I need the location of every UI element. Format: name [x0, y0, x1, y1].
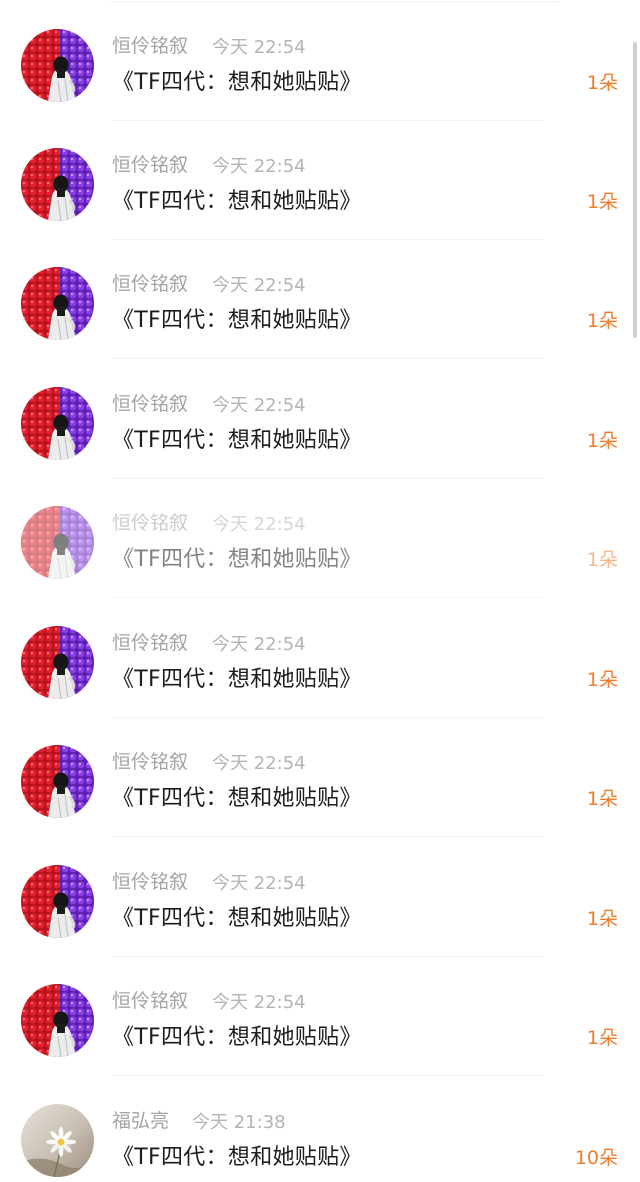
avatar[interactable]	[21, 506, 94, 579]
book-title: 《TF四代：想和她贴贴》	[112, 308, 362, 333]
user-name[interactable]: 恒伶铭叙	[112, 628, 188, 655]
list-item[interactable]: 恒伶铭叙 今天 22:54 《TF四代：想和她贴贴》 1朵	[0, 240, 640, 359]
book-title: 《TF四代：想和她贴贴》	[112, 70, 362, 95]
gift-record-list: 恒伶铭叙 今天 22:54 《TF四代：想和她贴贴》 1朵 恒伶铭叙 今天 22…	[0, 0, 640, 1182]
timestamp: 今天 22:54	[212, 156, 306, 177]
timestamp: 今天 22:54	[212, 753, 306, 774]
user-name[interactable]: 福弘亮	[112, 1106, 169, 1133]
user-name[interactable]: 恒伶铭叙	[112, 867, 188, 894]
timestamp: 今天 22:54	[212, 37, 306, 58]
timestamp: 今天 22:54	[212, 992, 306, 1013]
book-title: 《TF四代：想和她贴贴》	[112, 667, 362, 692]
avatar[interactable]	[21, 267, 94, 340]
divider	[112, 597, 544, 598]
list-item[interactable]: 恒伶铭叙 今天 22:54 《TF四代：想和她贴贴》 1朵	[0, 599, 640, 718]
book-title: 《TF四代：想和她贴贴》	[112, 786, 362, 811]
red-purple-balloons-avatar-image	[21, 984, 94, 1057]
red-purple-balloons-avatar-image	[21, 626, 94, 699]
red-purple-balloons-avatar-image	[21, 267, 94, 340]
list-item[interactable]: 恒伶铭叙 今天 22:54 《TF四代：想和她贴贴》 1朵	[0, 360, 640, 479]
gift-count: 1朵	[586, 191, 618, 213]
user-name[interactable]: 恒伶铭叙	[112, 389, 188, 416]
red-purple-balloons-avatar-image	[21, 29, 94, 102]
user-name[interactable]: 恒伶铭叙	[112, 986, 188, 1013]
gift-count: 10朵	[574, 1147, 618, 1169]
gift-count: 1朵	[586, 908, 618, 930]
user-name[interactable]: 恒伶铭叙	[112, 508, 188, 535]
timestamp: 今天 21:38	[192, 1112, 286, 1133]
divider	[112, 358, 544, 359]
book-title: 《TF四代：想和她贴贴》	[112, 428, 362, 453]
user-name[interactable]: 恒伶铭叙	[112, 150, 188, 177]
book-title: 《TF四代：想和她贴贴》	[112, 547, 362, 572]
timestamp: 今天 22:54	[212, 514, 306, 535]
red-purple-balloons-avatar-image	[21, 148, 94, 221]
list-item[interactable]: 恒伶铭叙 今天 22:54 《TF四代：想和她贴贴》 1朵	[0, 957, 640, 1076]
avatar[interactable]	[21, 148, 94, 221]
avatar[interactable]	[21, 626, 94, 699]
list-item[interactable]: 恒伶铭叙 今天 22:54 《TF四代：想和她贴贴》 1朵	[0, 838, 640, 957]
book-title: 《TF四代：想和她贴贴》	[112, 189, 362, 214]
timestamp: 今天 22:54	[212, 873, 306, 894]
list-item[interactable]: 恒伶铭叙 今天 22:54 《TF四代：想和她贴贴》 1朵	[0, 121, 640, 240]
red-purple-balloons-avatar-image	[21, 865, 94, 938]
avatar[interactable]	[21, 865, 94, 938]
avatar[interactable]	[21, 745, 94, 818]
gift-count: 1朵	[586, 430, 618, 452]
list-item[interactable]: 福弘亮 今天 21:38 《TF四代：想和她贴贴》 10朵	[0, 1077, 640, 1182]
divider	[112, 1075, 544, 1076]
book-title: 《TF四代：想和她贴贴》	[112, 906, 362, 931]
red-purple-balloons-avatar-image	[21, 506, 94, 579]
scrollbar[interactable]	[633, 42, 637, 338]
book-title: 《TF四代：想和她贴贴》	[112, 1025, 362, 1050]
user-name[interactable]: 恒伶铭叙	[112, 269, 188, 296]
red-purple-balloons-avatar-image	[21, 745, 94, 818]
list-item[interactable]: 恒伶铭叙 今天 22:54 《TF四代：想和她贴贴》 1朵	[0, 718, 640, 837]
divider	[112, 836, 544, 837]
avatar[interactable]	[21, 1104, 94, 1177]
gift-count: 1朵	[586, 669, 618, 691]
gift-count: 1朵	[586, 549, 618, 571]
timestamp: 今天 22:54	[212, 275, 306, 296]
gift-count: 1朵	[586, 788, 618, 810]
book-title: 《TF四代：想和她贴贴》	[112, 1145, 362, 1170]
daisy-flower-avatar-image	[21, 1104, 94, 1177]
timestamp: 今天 22:54	[212, 395, 306, 416]
avatar[interactable]	[21, 387, 94, 460]
red-purple-balloons-avatar-image	[21, 387, 94, 460]
gift-count: 1朵	[586, 1027, 618, 1049]
user-name[interactable]: 恒伶铭叙	[112, 747, 188, 774]
gift-count: 1朵	[586, 310, 618, 332]
avatar[interactable]	[21, 29, 94, 102]
user-name[interactable]: 恒伶铭叙	[112, 31, 188, 58]
list-item[interactable]: 恒伶铭叙 今天 22:54 《TF四代：想和她贴贴》 1朵	[0, 479, 640, 598]
list-item[interactable]: 恒伶铭叙 今天 22:54 《TF四代：想和她贴贴》 1朵	[0, 2, 640, 121]
avatar[interactable]	[21, 984, 94, 1057]
gift-count: 1朵	[586, 72, 618, 94]
timestamp: 今天 22:54	[212, 634, 306, 655]
